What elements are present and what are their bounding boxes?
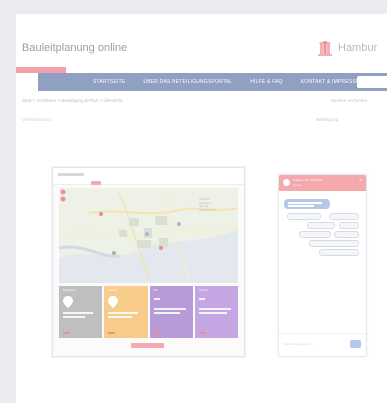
card-line	[63, 312, 93, 314]
more-procedures-link[interactable]: Weitere Verfahren	[331, 98, 367, 103]
search-input[interactable]	[357, 76, 387, 88]
send-button[interactable]	[350, 340, 361, 348]
message-line	[288, 202, 322, 204]
quick-reply-chip[interactable]	[287, 213, 321, 220]
preview-cards: Beteiligung Planung Info Termine	[59, 286, 238, 338]
preview-cta-button	[131, 343, 164, 348]
preview-card: Planung	[104, 286, 148, 338]
card-button[interactable]	[153, 331, 161, 334]
close-icon[interactable]: ×	[359, 179, 362, 184]
nav-item-help[interactable]: HILFE & FAQ	[241, 79, 292, 85]
chat-body	[279, 191, 366, 333]
procedure-info-label: Verfahrensinfo	[22, 117, 52, 122]
pin-icon	[63, 296, 73, 308]
main-nav: STARTSEITE ÜBER DAS BETEILIGUNGSPORTAL H…	[38, 73, 387, 91]
card-line	[63, 316, 85, 318]
card-title: Planung	[108, 289, 118, 292]
quick-reply-chip[interactable]	[307, 222, 335, 229]
preview-legend: Verfahren Beteiligung Planung Abgeschlos…	[199, 198, 216, 212]
nav-item-about[interactable]: ÜBER DAS BETEILIGUNGSPORTAL	[134, 79, 241, 85]
card-button[interactable]	[198, 331, 206, 334]
quick-reply-chip[interactable]	[329, 213, 359, 220]
city-logo-icon	[316, 38, 334, 58]
card-line	[153, 298, 160, 300]
chat-input[interactable]: Nachricht eingeben...	[279, 333, 366, 357]
card-line	[108, 316, 133, 318]
card-line	[108, 312, 139, 314]
card-line	[198, 298, 205, 300]
avatar	[283, 179, 290, 186]
quick-reply-chip[interactable]	[339, 222, 359, 229]
pin-icon	[108, 296, 119, 308]
preview-header	[53, 168, 244, 185]
bot-message	[284, 199, 330, 209]
quick-reply-chip[interactable]	[299, 231, 331, 238]
screenshot-frame: Bauleitplanung online Hambur STARTSEITE …	[16, 14, 387, 403]
brand[interactable]: Hambur	[316, 38, 377, 58]
site-header: Bauleitplanung online Hambur	[16, 14, 387, 78]
card-line	[153, 308, 186, 310]
preview-logo	[58, 173, 84, 176]
card-line	[153, 312, 180, 314]
card-line	[198, 308, 231, 310]
chat-header: Fragen zum Verfahren Chatbot ×	[279, 175, 366, 191]
brand-name: Hambur	[338, 42, 378, 54]
breadcrumb[interactable]: Start > Verfahren > Beteiligung B-Plan >…	[22, 98, 122, 103]
quick-reply-chip[interactable]	[319, 249, 359, 256]
nav-item-start[interactable]: STARTSEITE	[84, 79, 134, 85]
message-line	[288, 205, 314, 207]
card-button[interactable]	[108, 331, 116, 334]
chat-input-placeholder: Nachricht eingeben...	[284, 342, 313, 346]
card-button[interactable]	[63, 331, 70, 334]
preview-map: Verfahren Beteiligung Planung Abgeschlos…	[59, 188, 238, 283]
legend-item: Abgeschlossen	[199, 208, 216, 212]
chat-title: Fragen zum Verfahren	[293, 178, 323, 182]
participation-label: Beteiligung	[316, 117, 339, 122]
chatbot-widget: Fragen zum Verfahren Chatbot × Nachricht…	[278, 174, 367, 357]
quick-reply-chip[interactable]	[309, 240, 359, 247]
card-title: Info	[153, 289, 158, 292]
card-title: Termine	[198, 289, 208, 292]
card-line	[198, 312, 227, 314]
preview-card: Beteiligung	[59, 286, 103, 338]
preview-red-button	[91, 181, 101, 185]
website-preview: Verfahren Beteiligung Planung Abgeschlos…	[52, 167, 245, 357]
quick-reply-chip[interactable]	[334, 231, 359, 238]
chat-subtitle: Chatbot	[293, 184, 302, 187]
preview-card: Termine	[194, 286, 238, 338]
site-title: Bauleitplanung online	[22, 42, 128, 54]
card-title: Beteiligung	[63, 289, 76, 292]
preview-card: Info	[149, 286, 193, 338]
